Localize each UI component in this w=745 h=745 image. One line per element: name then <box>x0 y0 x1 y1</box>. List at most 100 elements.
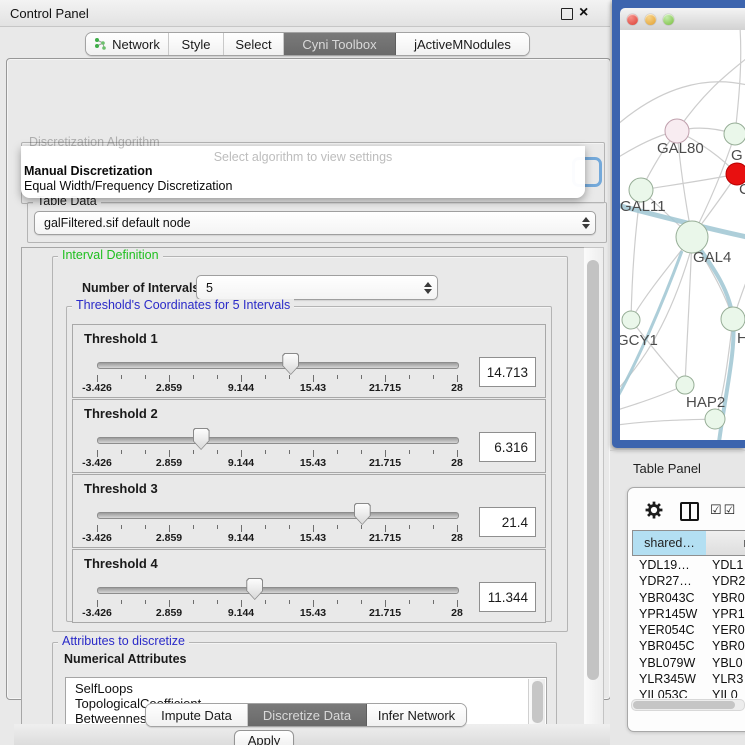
slider-tick <box>361 600 362 604</box>
slider-tick <box>169 525 170 532</box>
bottom-tab-discretize-data[interactable]: Discretize Data <box>248 704 367 726</box>
threshold-label: Threshold 4 <box>84 556 158 571</box>
slider-tick-label: 9.144 <box>213 607 269 619</box>
tab-jactivemnodules[interactable]: jActiveMNodules <box>396 33 529 55</box>
settings-vertical-scrollbar[interactable] <box>584 247 604 726</box>
network-node-hap2[interactable] <box>676 376 694 394</box>
table-column-header-shared[interactable]: shared… <box>632 530 707 556</box>
slider-thumb-face <box>283 354 298 374</box>
slider-thumb[interactable] <box>282 353 299 375</box>
slider-tick <box>241 600 242 607</box>
scrollbar-thumb[interactable] <box>633 701 735 709</box>
zoom-traffic-light-icon[interactable] <box>663 14 674 25</box>
slider-track[interactable] <box>97 587 459 594</box>
table-cell-shared-name: YPR145W <box>632 606 706 622</box>
tab-style-label: Style <box>182 37 211 52</box>
attribute-item-selfloops[interactable]: SelfLoops <box>75 681 133 696</box>
slider-track[interactable] <box>97 437 459 444</box>
tab-network[interactable]: Network <box>86 33 169 55</box>
float-window-icon[interactable] <box>561 8 573 20</box>
table-row[interactable]: YIL053CYIL0 <box>632 687 745 698</box>
slider-tick <box>97 600 98 607</box>
slider-tick <box>265 375 266 379</box>
network-canvas[interactable]: GAL80GCGAL11GAL4GCY1HHAP2 <box>620 30 745 440</box>
select-columns-checkboxes-icon[interactable]: ☑☑ <box>710 502 737 518</box>
minimize-traffic-light-icon[interactable] <box>645 14 656 25</box>
network-node-g[interactable] <box>724 123 745 145</box>
table-cell-name: YBL0 <box>706 655 743 671</box>
network-node-h[interactable] <box>721 307 745 331</box>
table-horizontal-scrollbar[interactable] <box>631 699 745 711</box>
table-column-header-name[interactable]: na <box>706 530 745 556</box>
combo-spinner-icon <box>577 217 595 229</box>
table-cell-name: YLR3 <box>706 671 743 687</box>
slider-track[interactable] <box>97 362 459 369</box>
number-of-intervals-combobox[interactable]: 5 <box>196 275 438 300</box>
bottom-tab-bar: Impute DataDiscretize DataInfer Network <box>145 703 467 727</box>
table-row[interactable]: YPR145WYPR1 <box>632 606 745 622</box>
dropdown-option-manual-discretization[interactable]: Manual Discretization <box>24 164 153 178</box>
slider-tick <box>217 525 218 529</box>
slider-tick <box>169 600 170 607</box>
slider-thumb[interactable] <box>246 578 263 600</box>
slider-tick <box>361 450 362 454</box>
network-node-unlabeled[interactable] <box>705 409 725 429</box>
table-row[interactable]: YBR043CYBR0 <box>632 590 745 606</box>
threshold-value-field[interactable]: 21.4 <box>479 507 536 537</box>
table-row[interactable]: YLR345WYLR3 <box>632 671 745 687</box>
slider-tick <box>217 600 218 604</box>
close-icon[interactable]: × <box>579 3 588 23</box>
slider-tick-label: 9.144 <box>213 457 269 469</box>
threshold-value-field[interactable]: 14.713 <box>479 357 536 387</box>
settings-scroll-viewport: Interval Definition Number of Intervals … <box>21 247 586 726</box>
tab-select[interactable]: Select <box>224 33 284 55</box>
threshold-value-field[interactable]: 6.316 <box>479 432 536 462</box>
number-of-intervals-label: Number of Intervals <box>82 281 199 295</box>
scrollbar-thumb[interactable] <box>532 681 543 723</box>
table-cell-name: YBR0 <box>706 638 745 654</box>
slider-tick <box>169 375 170 382</box>
slider-thumb[interactable] <box>193 428 210 450</box>
slider-tick <box>265 450 266 454</box>
table-cell-name: YBR0 <box>706 590 745 606</box>
algorithm-hint-text: Select algorithm to view settings <box>21 150 585 164</box>
table-cell-name: YDL1 <box>706 557 743 573</box>
network-node-gcy1[interactable] <box>622 311 640 329</box>
cyni-toolbox-panel: Select algorithm to view settings Manual… <box>6 58 611 700</box>
dropdown-option-equal-width-frequency[interactable]: Equal Width/Frequency Discretization <box>24 179 232 193</box>
slider-tick <box>97 375 98 382</box>
slider-tick <box>97 525 98 532</box>
table-row[interactable]: YBR045CYBR0 <box>632 638 745 654</box>
bottom-tab-infer-network[interactable]: Infer Network <box>367 704 466 726</box>
network-node-label: C <box>739 181 745 198</box>
close-traffic-light-icon[interactable] <box>627 14 638 25</box>
discretization-algorithm-group-label: Discretization Algorithm <box>29 135 160 149</box>
table-data-combobox[interactable]: galFiltered.sif default node <box>34 211 596 235</box>
tab-cyni-toolbox[interactable]: Cyni Toolbox <box>284 33 396 55</box>
tab-style[interactable]: Style <box>169 33 224 55</box>
gear-icon[interactable] <box>645 501 663 519</box>
table-row[interactable]: YDR27…YDR2 <box>632 573 745 589</box>
table-row[interactable]: YBL079WYBL0 <box>632 655 745 671</box>
table-row[interactable]: YDL19…YDL1 <box>632 557 745 573</box>
tab-jactivemnodules-label: jActiveMNodules <box>414 37 511 52</box>
slider-thumb[interactable] <box>354 503 371 525</box>
table-row[interactable]: YER054CYER0 <box>632 622 745 638</box>
scrollbar-thumb[interactable] <box>587 260 599 680</box>
slider-tick <box>457 375 458 382</box>
slider-tick <box>361 525 362 529</box>
slider-tick <box>433 525 434 529</box>
column-layout-icon[interactable] <box>680 502 699 521</box>
slider-track[interactable] <box>97 512 459 519</box>
table-panel-title: Table Panel <box>633 461 701 476</box>
table-cell-name: YPR1 <box>706 606 745 622</box>
slider-tick-label: 2.859 <box>141 382 197 394</box>
interval-definition-group-label: Interval Definition <box>58 249 163 262</box>
slider-tick <box>433 375 434 379</box>
apply-button[interactable]: Apply <box>234 730 294 745</box>
threshold-value-field[interactable]: 11.344 <box>479 582 536 612</box>
bottom-tab-impute-data[interactable]: Impute Data <box>146 704 248 726</box>
table-cell-shared-name: YBL079W <box>632 655 706 671</box>
network-edge <box>620 385 685 410</box>
attributes-list-scrollbar[interactable] <box>528 679 545 726</box>
